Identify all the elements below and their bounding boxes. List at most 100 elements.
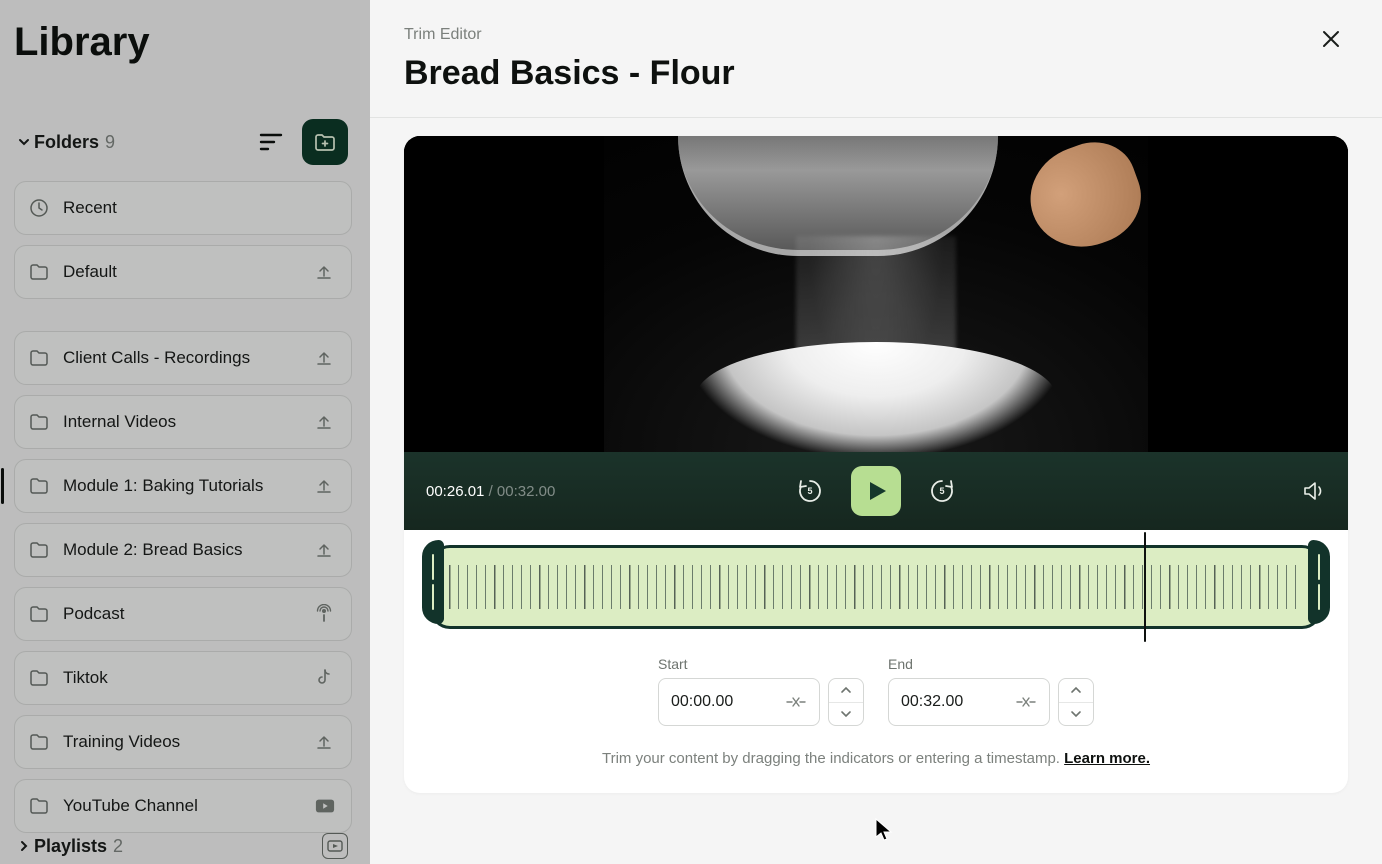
start-label: Start xyxy=(658,656,864,672)
video-preview[interactable] xyxy=(404,136,1348,452)
folder-item[interactable]: Module 1: Baking Tutorials xyxy=(14,459,352,513)
upload-icon[interactable] xyxy=(315,540,335,560)
folder-icon xyxy=(29,476,49,496)
folder-item[interactable]: Internal Videos xyxy=(14,395,352,449)
folder-item[interactable]: Tiktok xyxy=(14,651,352,705)
folder-item-label: Module 2: Bread Basics xyxy=(63,540,315,560)
folder-icon xyxy=(29,796,49,816)
playlists-header: Playlists 2 xyxy=(14,833,352,859)
end-step-down[interactable] xyxy=(1059,703,1093,726)
folder-icon xyxy=(29,668,49,688)
folders-header: Folders 9 xyxy=(14,119,352,165)
learn-more-link[interactable]: Learn more. xyxy=(1064,750,1150,767)
new-playlist-button[interactable] xyxy=(322,833,348,859)
folder-item-label: Module 1: Baking Tutorials xyxy=(63,476,315,496)
chevron-right-icon xyxy=(18,840,30,852)
current-time: 00:26.01 xyxy=(426,483,484,500)
folders-count: 9 xyxy=(105,132,115,153)
playlists-label: Playlists xyxy=(34,836,107,857)
snap-start-icon[interactable] xyxy=(785,695,807,709)
close-button[interactable] xyxy=(1320,28,1342,50)
upload-icon[interactable] xyxy=(315,262,335,282)
video-frame xyxy=(404,136,1348,452)
playhead-indicator[interactable] xyxy=(1144,532,1146,642)
sort-button[interactable] xyxy=(248,119,294,165)
upload-icon[interactable] xyxy=(315,348,335,368)
start-time-group: Start 00:00.00 xyxy=(658,656,864,726)
trim-timeline[interactable] xyxy=(422,540,1330,634)
player-card: 00:26.01 / 00:32.00 5 5 xyxy=(404,136,1348,793)
end-time-input[interactable]: 00:32.00 xyxy=(888,678,1050,726)
trim-editor-modal: Trim Editor Bread Basics - Flour 00:26.0… xyxy=(370,0,1382,864)
end-time-group: End 00:32.00 xyxy=(888,656,1094,726)
upload-icon[interactable] xyxy=(315,732,335,752)
folder-item-label: YouTube Channel xyxy=(63,796,315,816)
folder-item[interactable]: Recent xyxy=(14,181,352,235)
folder-icon xyxy=(29,604,49,624)
folder-icon xyxy=(29,348,49,368)
skip-forward-seconds: 5 xyxy=(939,486,944,496)
start-step-up[interactable] xyxy=(829,679,863,703)
folder-icon xyxy=(29,732,49,752)
start-time-value: 00:00.00 xyxy=(671,693,775,711)
duration: 00:32.00 xyxy=(497,483,555,500)
trim-hint: Trim your content by dragging the indica… xyxy=(422,750,1330,767)
play-button[interactable] xyxy=(851,466,901,516)
podcast-icon[interactable] xyxy=(315,604,335,624)
new-folder-button[interactable] xyxy=(302,119,348,165)
skip-back-seconds: 5 xyxy=(807,486,812,496)
folder-item[interactable]: Default xyxy=(14,245,352,299)
end-time-value: 00:32.00 xyxy=(901,693,1005,711)
folder-item-label: Tiktok xyxy=(63,668,315,688)
snap-end-icon[interactable] xyxy=(1015,695,1037,709)
time-display: 00:26.01 / 00:32.00 xyxy=(426,483,555,500)
folder-item-label: Podcast xyxy=(63,604,315,624)
time-inputs: Start 00:00.00 xyxy=(422,656,1330,726)
divider xyxy=(370,117,1382,118)
chevron-down-icon xyxy=(18,136,30,148)
start-step-down[interactable] xyxy=(829,703,863,726)
folder-list: Recent Default Client Calls - Recordings In… xyxy=(14,181,352,833)
folder-item[interactable]: Podcast xyxy=(14,587,352,641)
folder-item-label: Client Calls - Recordings xyxy=(63,348,315,368)
trim-handle-end[interactable] xyxy=(1308,540,1330,624)
folder-item-label: Internal Videos xyxy=(63,412,315,432)
folder-item[interactable]: Module 2: Bread Basics xyxy=(14,523,352,577)
skip-back-button[interactable]: 5 xyxy=(795,476,825,506)
trim-track[interactable] xyxy=(430,545,1322,629)
folder-item[interactable]: Training Videos xyxy=(14,715,352,769)
sidebar: Library Folders 9 Recent Default Client Ca… xyxy=(0,0,370,864)
upload-icon[interactable] xyxy=(315,476,335,496)
folder-icon xyxy=(29,412,49,432)
clock-icon xyxy=(29,198,49,218)
folders-label: Folders xyxy=(34,132,99,153)
youtube-icon[interactable] xyxy=(315,796,335,816)
trim-area: Start 00:00.00 xyxy=(404,530,1348,793)
folder-item[interactable]: YouTube Channel xyxy=(14,779,352,833)
trim-handle-start[interactable] xyxy=(422,540,444,624)
timeline-ticks xyxy=(449,565,1303,609)
volume-button[interactable] xyxy=(1302,480,1326,502)
skip-forward-button[interactable]: 5 xyxy=(927,476,957,506)
folders-toggle[interactable]: Folders 9 xyxy=(18,132,240,153)
playlists-toggle[interactable]: Playlists 2 xyxy=(18,836,314,857)
end-step-up[interactable] xyxy=(1059,679,1093,703)
end-stepper xyxy=(1058,678,1094,726)
folder-item[interactable]: Client Calls - Recordings xyxy=(14,331,352,385)
modal-title: Bread Basics - Flour xyxy=(404,54,1348,93)
library-title: Library xyxy=(14,20,352,65)
upload-icon[interactable] xyxy=(315,412,335,432)
folder-item-label: Training Videos xyxy=(63,732,315,752)
folder-icon xyxy=(29,540,49,560)
player-controls: 00:26.01 / 00:32.00 5 5 xyxy=(404,452,1348,530)
end-label: End xyxy=(888,656,1094,672)
folder-item-label: Recent xyxy=(63,198,335,218)
folder-item-label: Default xyxy=(63,262,315,282)
start-stepper xyxy=(828,678,864,726)
start-time-input[interactable]: 00:00.00 xyxy=(658,678,820,726)
playlists-count: 2 xyxy=(113,836,123,857)
modal-subtitle: Trim Editor xyxy=(404,26,1348,44)
tiktok-icon[interactable] xyxy=(315,668,335,688)
folder-icon xyxy=(29,262,49,282)
hint-text: Trim your content by dragging the indica… xyxy=(602,750,1064,767)
